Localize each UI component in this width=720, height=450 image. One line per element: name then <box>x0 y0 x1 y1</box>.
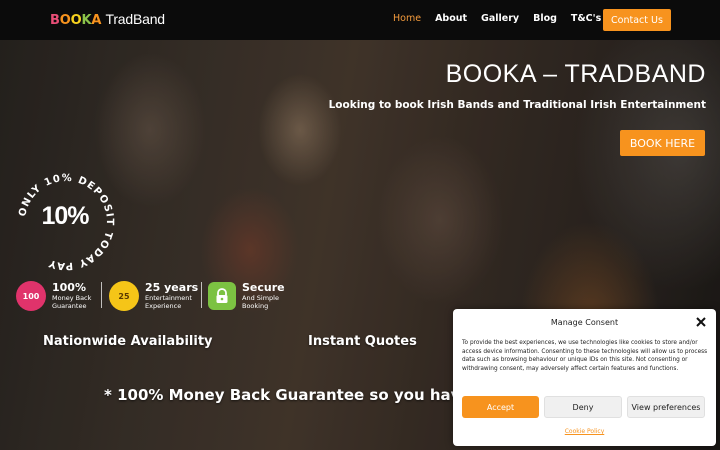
feature-title: 25 years <box>145 281 199 294</box>
money-back-badge-icon: 100 <box>16 281 46 311</box>
book-here-button[interactable]: BOOK HERE <box>620 130 705 156</box>
lock-icon-svg <box>216 288 228 303</box>
feature-line: Experience <box>145 302 182 310</box>
cookie-consent-dialog: Manage Consent To provide the best exper… <box>453 309 716 446</box>
feature-secure: Secure And Simple Booking <box>208 280 285 312</box>
logo-letter: B <box>50 13 60 28</box>
feature-text: 25 years Entertainment Experience <box>145 281 199 311</box>
hero-subtitle: Looking to book Irish Bands and Traditio… <box>328 99 706 111</box>
nationwide-headline: Nationwide Availability <box>43 334 213 349</box>
feature-divider <box>201 282 202 308</box>
nav-home[interactable]: Home <box>393 13 421 24</box>
consent-body: To provide the best experiences, we use … <box>462 340 708 372</box>
nav-blog[interactable]: Blog <box>533 13 557 24</box>
nav-gallery[interactable]: Gallery <box>481 13 519 24</box>
deposit-percent: 10% <box>41 202 89 230</box>
close-icon[interactable] <box>696 317 706 327</box>
years-badge-label: 25 <box>118 291 130 301</box>
years-badge-icon: 25 <box>109 281 139 311</box>
feature-line: Entertainment <box>145 294 192 302</box>
logo-booka: BOOKA <box>50 13 106 28</box>
lock-icon <box>208 282 236 310</box>
logo-letter: K <box>81 13 92 28</box>
money-back-badge-label: 100 <box>22 291 40 301</box>
hero-title: BOOKA – TRADBAND <box>445 60 706 88</box>
contact-us-button[interactable]: Contact Us <box>603 9 671 31</box>
cookie-policy-link[interactable]: Cookie Policy <box>453 428 716 435</box>
feature-text: Secure And Simple Booking <box>242 281 285 311</box>
feature-title: 100% <box>52 281 86 294</box>
feature-line: And Simple <box>242 294 279 302</box>
deny-button[interactable]: Deny <box>544 396 622 418</box>
feature-money-back: 100 100% Money Back Guarantee <box>16 280 91 312</box>
site-logo[interactable]: BOOKA TradBand <box>50 11 165 28</box>
feature-line: Money Back <box>52 294 92 302</box>
feature-title: Secure <box>242 281 285 294</box>
instant-quotes-headline: Instant Quotes <box>308 334 417 349</box>
feature-text: 100% Money Back Guarantee <box>52 281 92 311</box>
nav-about[interactable]: About <box>435 13 467 24</box>
logo-letter: O <box>59 13 71 28</box>
feature-line: Guarantee <box>52 302 87 310</box>
accept-button[interactable]: Accept <box>462 396 539 418</box>
view-preferences-button[interactable]: View preferences <box>627 396 705 418</box>
logo-letter: A <box>91 13 102 28</box>
feature-line: Booking <box>242 302 269 310</box>
consent-title: Manage Consent <box>550 318 619 327</box>
feature-divider <box>101 282 102 308</box>
top-nav: BOOKA TradBand Home About Gallery Blog T… <box>0 0 720 40</box>
logo-letter: O <box>70 13 82 28</box>
deposit-badge: ONLY 10% DEPOSIT TODAY PAY 10% <box>16 172 116 272</box>
feature-experience: 25 25 years Entertainment Experience <box>109 280 198 312</box>
logo-tradband: TradBand <box>105 11 166 27</box>
guarantee-headline: * 100% Money Back Guarantee so you have … <box>104 386 483 404</box>
